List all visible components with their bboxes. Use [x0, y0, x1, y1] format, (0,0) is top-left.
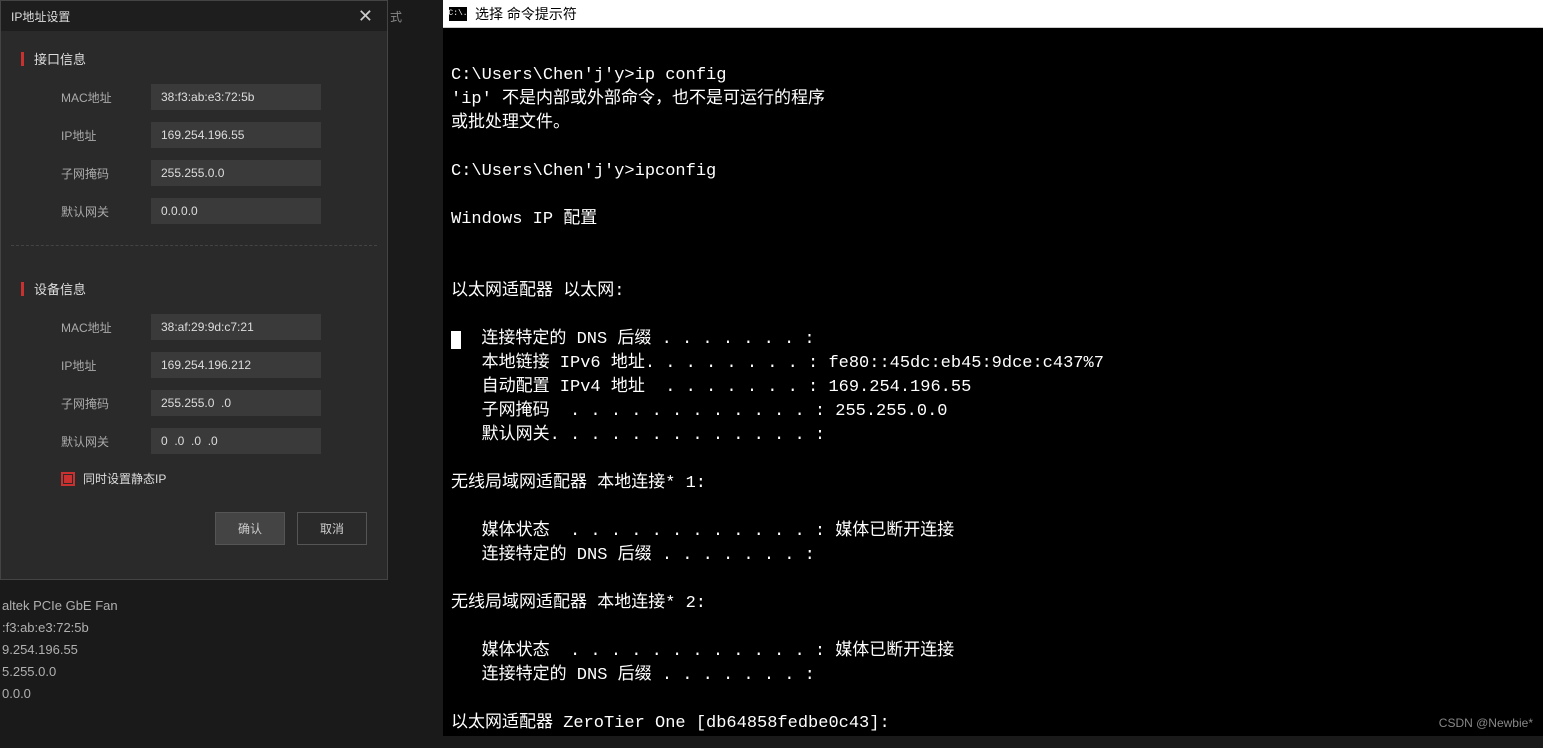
row-device-mask: 子网掩码 — [1, 384, 387, 422]
section-device-header: 设备信息 — [1, 261, 387, 308]
watermark: CSDN @Newbie* — [1439, 716, 1533, 730]
close-icon[interactable]: ✕ — [354, 6, 377, 27]
cmd-icon: C:\. — [449, 7, 467, 21]
row-device-mac: MAC地址 — [1, 308, 387, 346]
bg-line: :f3:ab:e3:72:5b — [2, 617, 118, 639]
background-tab-fragment: 式 — [390, 8, 402, 25]
input-interface-ip[interactable] — [151, 122, 321, 148]
checkbox-icon[interactable] — [61, 472, 75, 486]
row-device-ip: IP地址 — [1, 346, 387, 384]
dialog-titlebar[interactable]: IP地址设置 ✕ — [1, 1, 387, 31]
section-marker-icon — [21, 52, 24, 66]
dialog-button-row: 确认 取消 — [1, 487, 387, 560]
section-interface-title: 接口信息 — [34, 49, 86, 68]
section-interface-header: 接口信息 — [1, 31, 387, 78]
bg-line: 0.0.0 — [2, 683, 118, 705]
label-ip: IP地址 — [61, 357, 151, 374]
bg-line: 9.254.196.55 — [2, 639, 118, 661]
input-interface-mac[interactable] — [151, 84, 321, 110]
input-interface-mask[interactable] — [151, 160, 321, 186]
row-interface-gateway: 默认网关 — [1, 192, 387, 230]
section-marker-icon — [21, 282, 24, 296]
section-device-title: 设备信息 — [34, 279, 86, 298]
row-interface-mac: MAC地址 — [1, 78, 387, 116]
ok-button[interactable]: 确认 — [215, 512, 285, 545]
static-ip-checkbox-row[interactable]: 同时设置静态IP — [1, 460, 387, 487]
ip-settings-dialog: IP地址设置 ✕ 接口信息 MAC地址 IP地址 子网掩码 默认网关 设备信息 … — [0, 0, 388, 580]
checkbox-label: 同时设置静态IP — [83, 470, 166, 487]
input-device-gateway[interactable] — [151, 428, 321, 454]
row-interface-mask: 子网掩码 — [1, 154, 387, 192]
label-gateway: 默认网关 — [61, 433, 151, 450]
label-mac: MAC地址 — [61, 319, 151, 336]
input-device-mac[interactable] — [151, 314, 321, 340]
cancel-button[interactable]: 取消 — [297, 512, 367, 545]
dialog-title: IP地址设置 — [11, 8, 70, 25]
cmd-output[interactable]: C:\Users\Chen'j'y>ip config 'ip' 不是内部或外部… — [443, 28, 1543, 748]
section-divider — [11, 245, 377, 246]
label-mac: MAC地址 — [61, 89, 151, 106]
bg-line: 5.255.0.0 — [2, 661, 118, 683]
background-network-info: altek PCIe GbE Fan :f3:ab:e3:72:5b 9.254… — [0, 595, 118, 705]
row-device-gateway: 默认网关 — [1, 422, 387, 460]
label-ip: IP地址 — [61, 127, 151, 144]
command-prompt-window: C:\. 选择 命令提示符 C:\Users\Chen'j'y>ip confi… — [443, 0, 1543, 736]
label-mask: 子网掩码 — [61, 165, 151, 182]
cmd-title: 选择 命令提示符 — [475, 4, 577, 24]
label-gateway: 默认网关 — [61, 203, 151, 220]
cmd-titlebar[interactable]: C:\. 选择 命令提示符 — [443, 0, 1543, 28]
bg-line: altek PCIe GbE Fan — [2, 595, 118, 617]
input-device-ip[interactable] — [151, 352, 321, 378]
input-interface-gateway[interactable] — [151, 198, 321, 224]
input-device-mask[interactable] — [151, 390, 321, 416]
row-interface-ip: IP地址 — [1, 116, 387, 154]
label-mask: 子网掩码 — [61, 395, 151, 412]
